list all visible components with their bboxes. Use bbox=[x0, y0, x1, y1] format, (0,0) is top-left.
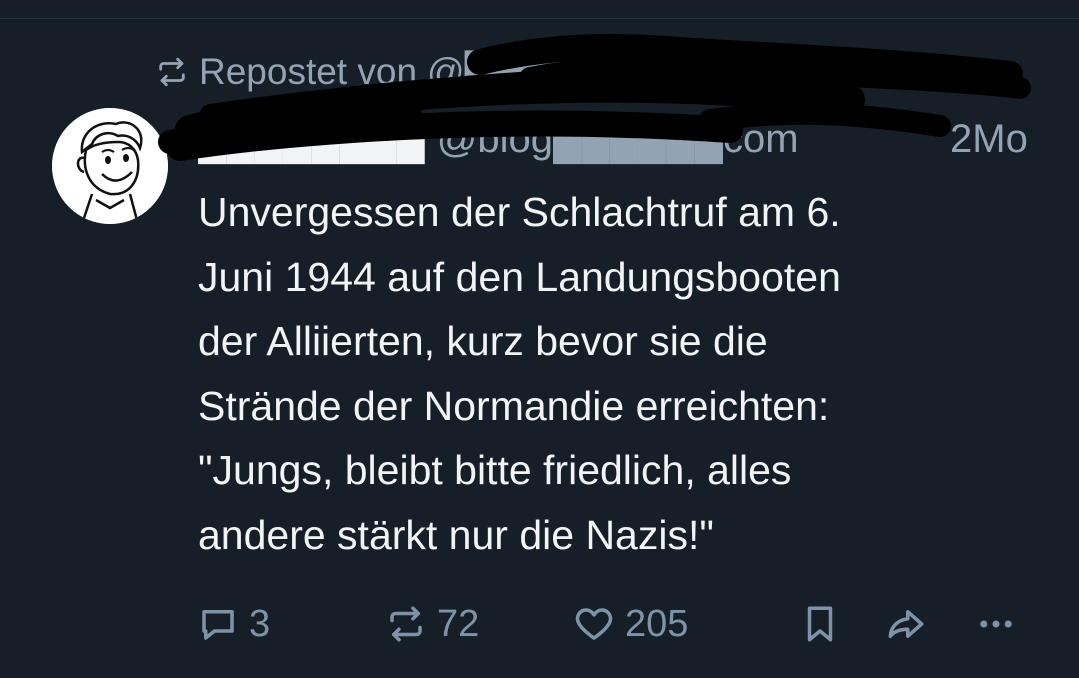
like-button[interactable]: 205 bbox=[573, 598, 688, 650]
post-actions: 3 72 205 bbox=[195, 598, 1045, 650]
share-button[interactable] bbox=[885, 598, 927, 650]
post-text: Unvergessen der Schlachtruf am 6. Juni 1… bbox=[198, 189, 841, 558]
like-count: 205 bbox=[625, 602, 689, 645]
author-line[interactable]: ████████ @blog██████com bbox=[198, 114, 799, 164]
ellipsis-icon bbox=[980, 620, 1012, 628]
repost-icon bbox=[159, 57, 185, 87]
more-options-button[interactable] bbox=[975, 598, 1017, 650]
bookmark-button[interactable] bbox=[799, 598, 841, 650]
author-avatar[interactable] bbox=[52, 108, 168, 224]
share-arrow-icon bbox=[888, 610, 924, 638]
reply-icon bbox=[202, 610, 234, 640]
author-handle[interactable]: @blog██████com bbox=[437, 117, 799, 162]
heart-icon bbox=[575, 608, 613, 640]
repost-icon bbox=[390, 606, 422, 642]
top-divider bbox=[0, 18, 1079, 19]
repost-count: 72 bbox=[437, 602, 480, 645]
repost-indicator[interactable]: Repostet von @████████go.bsky.social bbox=[155, 48, 904, 96]
repost-button[interactable]: 72 bbox=[385, 598, 479, 650]
reply-count: 3 bbox=[249, 602, 271, 645]
bookmark-icon bbox=[807, 606, 833, 642]
reposter-handle[interactable]: @████████go.bsky.social bbox=[427, 51, 904, 93]
author-name[interactable]: ████████ bbox=[198, 117, 425, 162]
post-timestamp[interactable]: 2Mo bbox=[950, 114, 1028, 164]
repost-label: Repostet von bbox=[199, 51, 418, 92]
vault-boy-avatar bbox=[52, 108, 168, 224]
reply-button[interactable]: 3 bbox=[197, 598, 270, 650]
